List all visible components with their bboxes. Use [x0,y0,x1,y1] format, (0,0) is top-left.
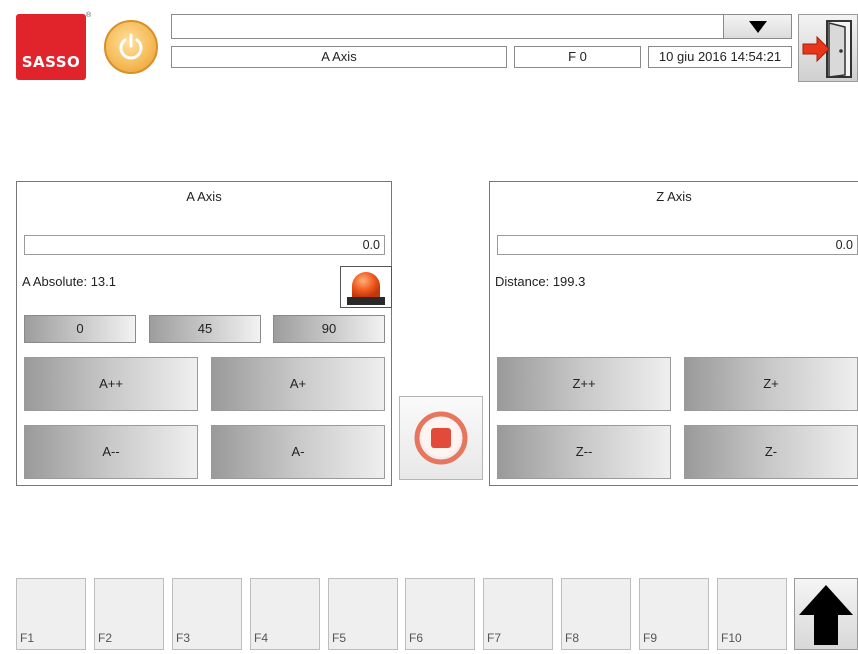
a-axis-title: A Axis [186,189,222,204]
stop-icon [414,411,468,465]
f6-label: F6 [409,631,424,645]
power-icon [119,33,143,60]
exit-door-icon [802,20,852,78]
z-axis-panel: Z Axis 0.0 Distance: 199.3 Z++ Z+ Z-- Z- [489,181,858,486]
f5-label: F5 [332,631,347,645]
program-selector-dropdown-button[interactable] [723,15,791,38]
preset-45-button[interactable]: 45 [149,315,261,343]
feed-rate-display: F 0 [514,46,641,68]
z-axis-value-field[interactable]: 0.0 [497,235,858,255]
a-plus-plus-button[interactable]: A++ [24,357,198,411]
a-plus-button[interactable]: A+ [211,357,385,411]
alarm-beacon-icon [347,272,385,305]
f7-label: F7 [487,631,502,645]
a-axis-value-field[interactable]: 0.0 [24,235,385,255]
f6-key[interactable]: F6 [405,578,475,650]
a-absolute-value: 13.1 [90,274,116,289]
stop-button[interactable] [399,396,483,480]
f2-key[interactable]: F2 [94,578,164,650]
a-minus-minus-button[interactable]: A-- [24,425,198,479]
f7-key[interactable]: F7 [483,578,553,650]
f3-key[interactable]: F3 [172,578,242,650]
f10-label: F10 [721,631,742,645]
f5-key[interactable]: F5 [328,578,398,650]
z-minus-minus-button[interactable]: Z-- [497,425,671,479]
f9-key[interactable]: F9 [639,578,709,650]
f1-label: F1 [20,631,35,645]
triangle-down-icon [749,21,767,33]
selected-axis-label: A Axis [171,46,507,68]
f10-key[interactable]: F10 [717,578,787,650]
f4-label: F4 [254,631,269,645]
up-arrow-icon [799,585,853,645]
z-distance-label: Distance: [495,274,550,289]
z-minus-button[interactable]: Z- [684,425,858,479]
sasso-logo: SASSO [16,14,86,80]
a-absolute-readout: A Absolute: 13.1 [22,274,116,289]
registered-mark: ® [86,12,92,19]
f2-label: F2 [98,631,113,645]
f8-label: F8 [565,631,580,645]
program-selector[interactable] [171,14,792,39]
z-axis-title: Z Axis [656,189,692,204]
a-absolute-label: A Absolute: [22,274,88,289]
preset-90-button[interactable]: 90 [273,315,385,343]
z-plus-button[interactable]: Z+ [684,357,858,411]
f4-key[interactable]: F4 [250,578,320,650]
z-plus-plus-button[interactable]: Z++ [497,357,671,411]
f8-key[interactable]: F8 [561,578,631,650]
f9-label: F9 [643,631,658,645]
a-minus-button[interactable]: A- [211,425,385,479]
up-button[interactable] [794,578,858,650]
datetime-display: 10 giu 2016 14:54:21 [648,46,792,68]
z-distance-readout: Distance: 199.3 [495,274,585,289]
z-distance-value: 199.3 [552,274,586,289]
a-axis-panel: A Axis 0.0 A Absolute: 13.1 0 45 90 A++ … [16,181,392,486]
f1-key[interactable]: F1 [16,578,86,650]
preset-0-button[interactable]: 0 [24,315,136,343]
exit-button[interactable] [798,14,858,82]
logo-text: SASSO [21,53,81,71]
alarm-button[interactable] [340,266,392,308]
f3-label: F3 [176,631,191,645]
power-button[interactable] [104,20,158,74]
